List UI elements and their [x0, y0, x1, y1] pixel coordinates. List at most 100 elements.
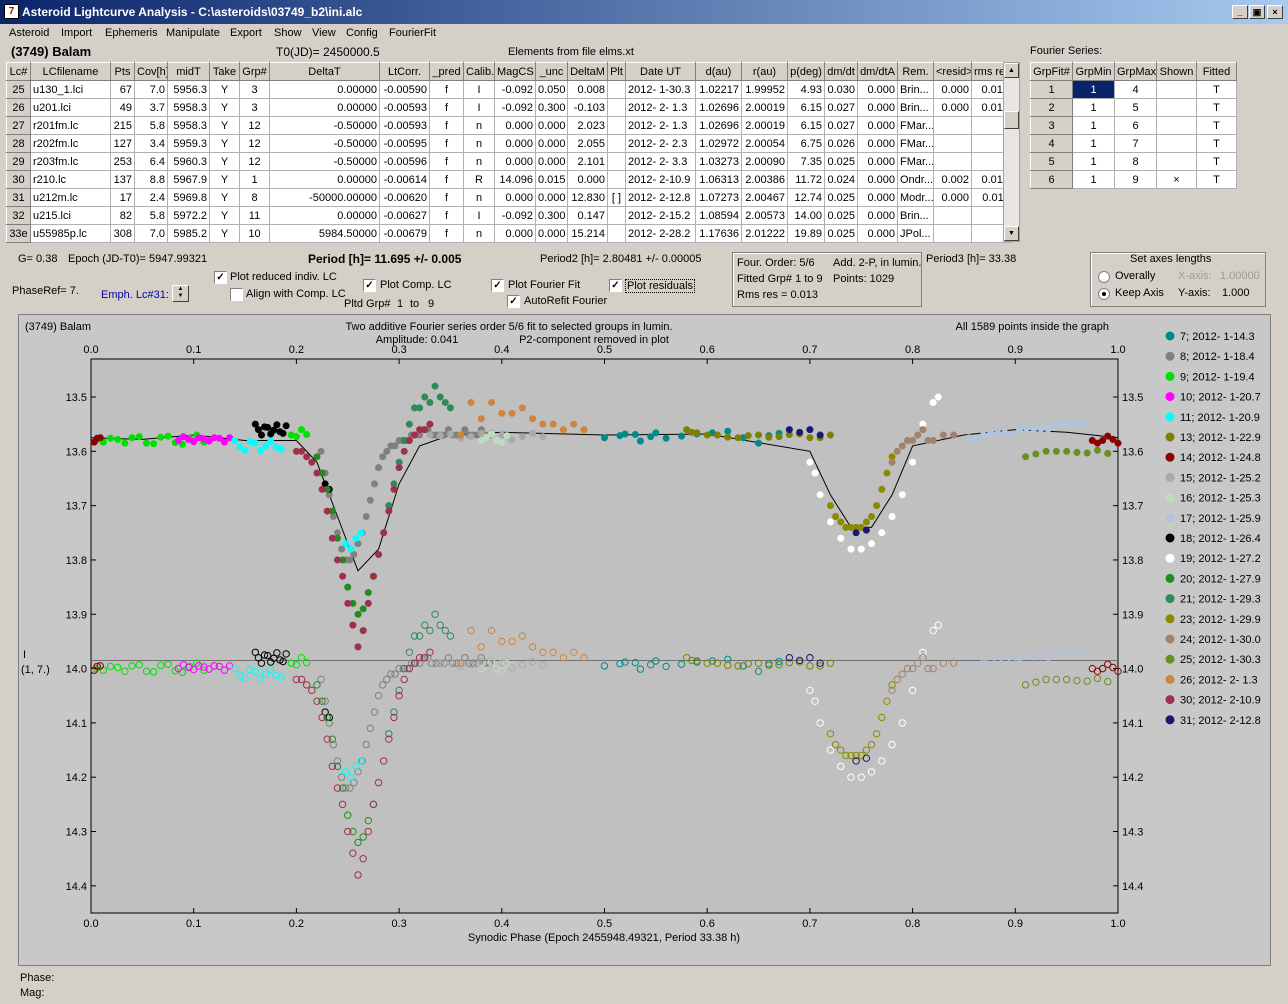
table-cell[interactable]: u212m.lc [30, 188, 111, 207]
table-cell[interactable]: Y [209, 80, 240, 99]
menu-export[interactable]: Export [230, 27, 262, 39]
table-cell[interactable]: Brin... [897, 80, 934, 99]
table-cell[interactable]: r202fm.lc [30, 134, 111, 153]
table-cell[interactable]: 1 [1072, 152, 1115, 171]
table-cell[interactable]: 2012- 1-30.3 [625, 80, 696, 99]
table-cell[interactable]: 0.050 [535, 80, 568, 99]
table-cell[interactable]: 1.08594 [695, 206, 742, 225]
row-header[interactable]: 1 [1030, 80, 1073, 99]
table-cell[interactable]: 2012- 2- 2.3 [625, 134, 696, 153]
table-cell[interactable] [607, 116, 626, 135]
close-button[interactable]: × [1267, 5, 1283, 19]
lc-col-header[interactable]: _unc [535, 62, 568, 81]
table-cell[interactable]: 3.4 [134, 134, 168, 153]
overally-radio[interactable] [1098, 271, 1110, 283]
align-comp-checkbox[interactable] [230, 288, 243, 301]
table-cell[interactable]: Y [209, 188, 240, 207]
table-cell[interactable]: 2.00054 [741, 134, 788, 153]
table-cell[interactable]: 6.75 [787, 134, 825, 153]
table-row[interactable]: 32 u215.lci 82 5.8 5972.2 Y 11 0.00000 -0.00627 f… [6, 206, 1012, 225]
table-row[interactable]: 30 r210.lc 137 8.8 5967.9 Y 1 0.00000 -0.00614 f R… [6, 170, 1012, 189]
table-cell[interactable] [933, 224, 972, 243]
table-cell[interactable]: 0.000 [857, 116, 898, 135]
table-cell[interactable]: Y [209, 152, 240, 171]
table-cell[interactable]: 1.06313 [695, 170, 742, 189]
table-cell[interactable]: 5958.3 [167, 98, 210, 117]
table-cell[interactable]: 2.00090 [741, 152, 788, 171]
table-cell[interactable]: 2012- 2-10.9 [625, 170, 696, 189]
table-cell[interactable]: 12 [239, 116, 270, 135]
table-cell[interactable]: 1.02972 [695, 134, 742, 153]
lc-col-header[interactable]: Date UT [625, 62, 696, 81]
table-cell[interactable]: 0.000 [535, 224, 568, 243]
menu-fourierfit[interactable]: FourierFit [389, 27, 436, 39]
table-cell[interactable]: -0.00627 [379, 206, 430, 225]
row-header[interactable]: 27 [6, 116, 31, 135]
table-cell[interactable]: 5985.2 [167, 224, 210, 243]
table-cell[interactable]: 19.89 [787, 224, 825, 243]
lc-col-header[interactable]: DeltaM [567, 62, 608, 81]
table-cell[interactable]: 8 [239, 188, 270, 207]
menu-ephemeris[interactable]: Ephemeris [105, 27, 158, 39]
table-cell[interactable] [933, 134, 972, 153]
table-cell[interactable]: 4 [1114, 80, 1157, 99]
table-cell[interactable]: 7.0 [134, 80, 168, 99]
lc-col-header[interactable]: LtCorr. [379, 62, 430, 81]
table-cell[interactable]: -0.00620 [379, 188, 430, 207]
fourier-col-header[interactable]: GrpFit# [1030, 62, 1073, 81]
table-cell[interactable]: 6.15 [787, 98, 825, 117]
table-cell[interactable]: 0.000 [857, 152, 898, 171]
lc-table-scrollbar[interactable]: ▲ ▼ [1003, 62, 1020, 242]
table-cell[interactable]: Y [209, 224, 240, 243]
table-cell[interactable]: 10 [239, 224, 270, 243]
table-cell[interactable]: 2.00467 [741, 188, 788, 207]
table-cell[interactable]: 2.01222 [741, 224, 788, 243]
table-cell[interactable]: r210.lc [30, 170, 111, 189]
table-cell[interactable]: I [463, 80, 495, 99]
table-cell[interactable]: n [463, 134, 495, 153]
table-cell[interactable]: 1.03273 [695, 152, 742, 171]
table-cell[interactable]: -0.00595 [379, 134, 430, 153]
row-header[interactable]: 29 [6, 152, 31, 171]
table-cell[interactable]: 5 [1114, 98, 1157, 117]
table-cell[interactable]: 2.023 [567, 116, 608, 135]
table-cell[interactable]: 12.74 [787, 188, 825, 207]
table-cell[interactable]: Ondr... [897, 170, 934, 189]
table-row[interactable]: 26 u201.lci 49 3.7 5958.3 Y 3 0.00000 -0.00593 f I… [6, 98, 1012, 117]
emph-spinner[interactable]: ▲ ▼ [172, 285, 189, 302]
table-cell[interactable]: T [1196, 80, 1237, 99]
table-cell[interactable]: 6.4 [134, 152, 168, 171]
lc-col-header[interactable]: Lc# [6, 62, 31, 81]
table-cell[interactable]: 0.015 [535, 170, 568, 189]
table-cell[interactable]: f [429, 170, 464, 189]
table-cell[interactable]: 0.000 [933, 80, 972, 99]
keep-axis-radio[interactable] [1098, 288, 1110, 300]
table-cell[interactable]: 5967.9 [167, 170, 210, 189]
table-row[interactable]: 29 r203fm.lc 253 6.4 5960.3 Y 12 -0.50000 -0.005… [6, 152, 1012, 171]
table-cell[interactable]: 49 [110, 98, 135, 117]
table-cell[interactable]: 9 [1114, 170, 1157, 189]
table-cell[interactable]: u201.lci [30, 98, 111, 117]
row-header[interactable]: 5 [1030, 152, 1073, 171]
table-cell[interactable]: f [429, 98, 464, 117]
table-cell[interactable]: FMar... [897, 134, 934, 153]
table-cell[interactable]: -0.50000 [269, 152, 380, 171]
table-cell[interactable]: 1.02696 [695, 116, 742, 135]
y-axis-value[interactable]: 1.000 [1222, 287, 1250, 299]
table-cell[interactable] [607, 170, 626, 189]
table-cell[interactable]: 5.8 [134, 206, 168, 225]
lc-col-header[interactable]: Plt [607, 62, 626, 81]
table-cell[interactable]: r203fm.lc [30, 152, 111, 171]
table-cell[interactable]: f [429, 188, 464, 207]
scroll-down-icon[interactable]: ▼ [1004, 226, 1019, 241]
table-cell[interactable]: 11.72 [787, 170, 825, 189]
plot-comp-checkbox[interactable]: ✓ [363, 279, 376, 292]
table-row[interactable]: 316 T [1030, 116, 1237, 135]
table-cell[interactable]: 6.15 [787, 116, 825, 135]
lc-col-header[interactable]: _pred [429, 62, 464, 81]
table-cell[interactable]: -0.00596 [379, 152, 430, 171]
table-cell[interactable]: 5984.50000 [269, 224, 380, 243]
table-cell[interactable]: 0.000 [933, 188, 972, 207]
table-cell[interactable]: -0.00679 [379, 224, 430, 243]
table-cell[interactable]: 0.000 [535, 152, 568, 171]
